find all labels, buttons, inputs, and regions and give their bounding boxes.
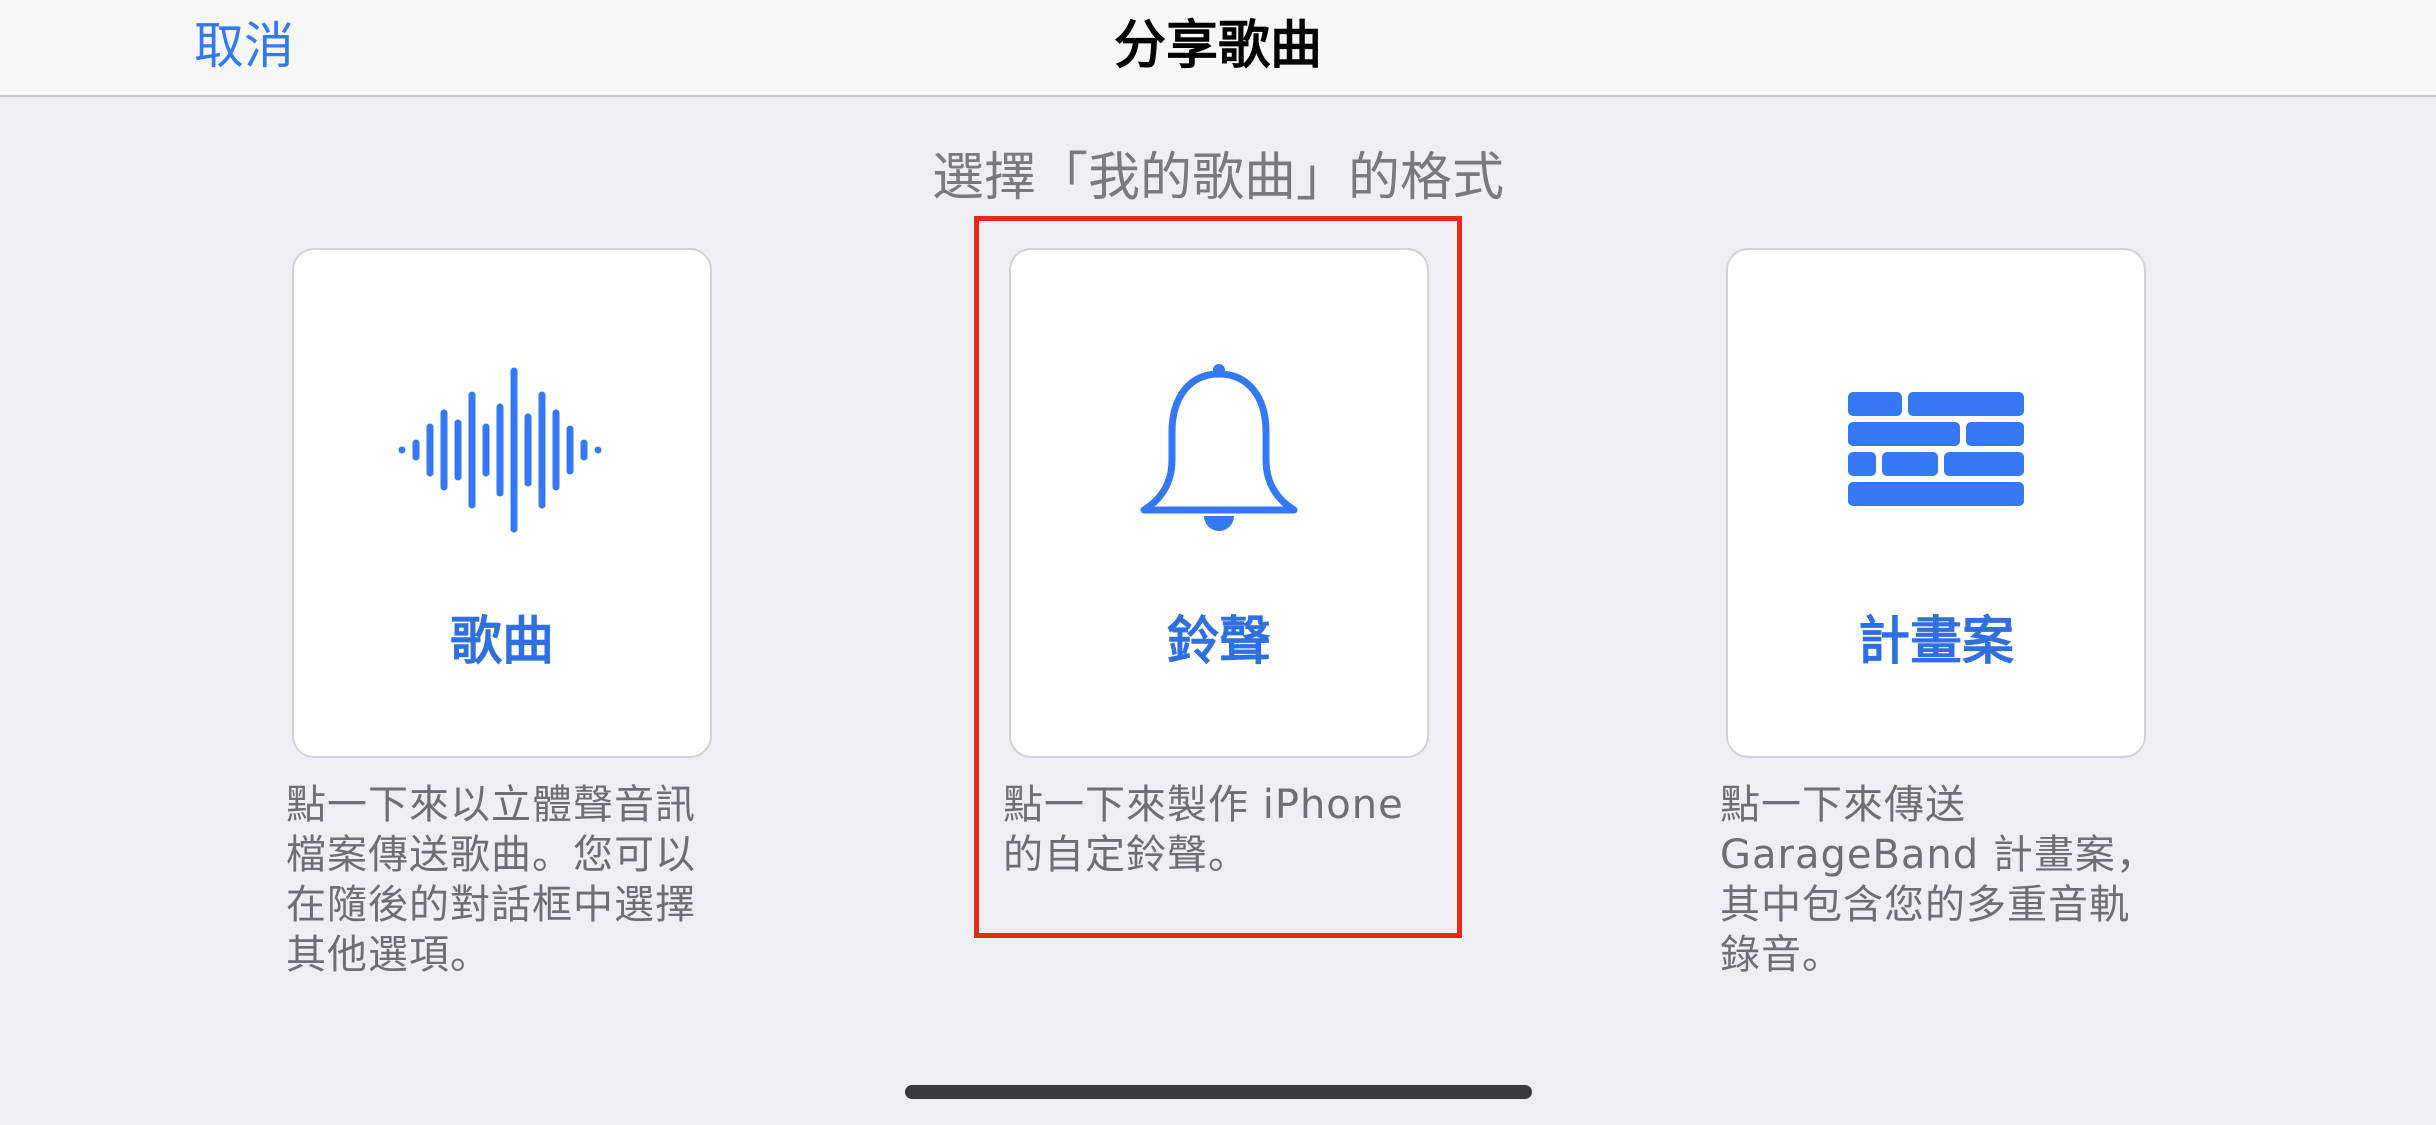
page-title: 分享歌曲 xyxy=(1113,16,1322,76)
brick-wall-icon xyxy=(1728,360,2144,540)
project-card[interactable]: 計畫案 xyxy=(1726,248,2146,758)
navigation-bar: 取消 分享歌曲 xyxy=(0,0,2436,97)
song-label: 歌曲 xyxy=(449,612,554,672)
song-card[interactable]: 歌曲 xyxy=(292,248,712,758)
waveform-icon xyxy=(294,360,710,540)
format-prompt: 選擇「我的歌曲」的格式 xyxy=(931,148,1504,208)
project-label: 計畫案 xyxy=(1857,612,2014,672)
bell-icon xyxy=(1011,360,1427,540)
ringtone-description: 點一下來製作 iPhone 的自定鈴聲。 xyxy=(1003,782,1404,878)
project-description: 點一下來傳送 GarageBand 計畫案，其中包含您的多重音軌錄音。 xyxy=(1720,782,2157,978)
home-indicator[interactable] xyxy=(905,1085,1532,1099)
song-description: 點一下來以立體聲音訊檔案傳送歌曲。您可以在隨後的對話框中選擇其他選項。 xyxy=(286,782,696,978)
ringtone-card[interactable]: 鈴聲 xyxy=(1009,248,1429,758)
ringtone-label: 鈴聲 xyxy=(1166,612,1271,672)
